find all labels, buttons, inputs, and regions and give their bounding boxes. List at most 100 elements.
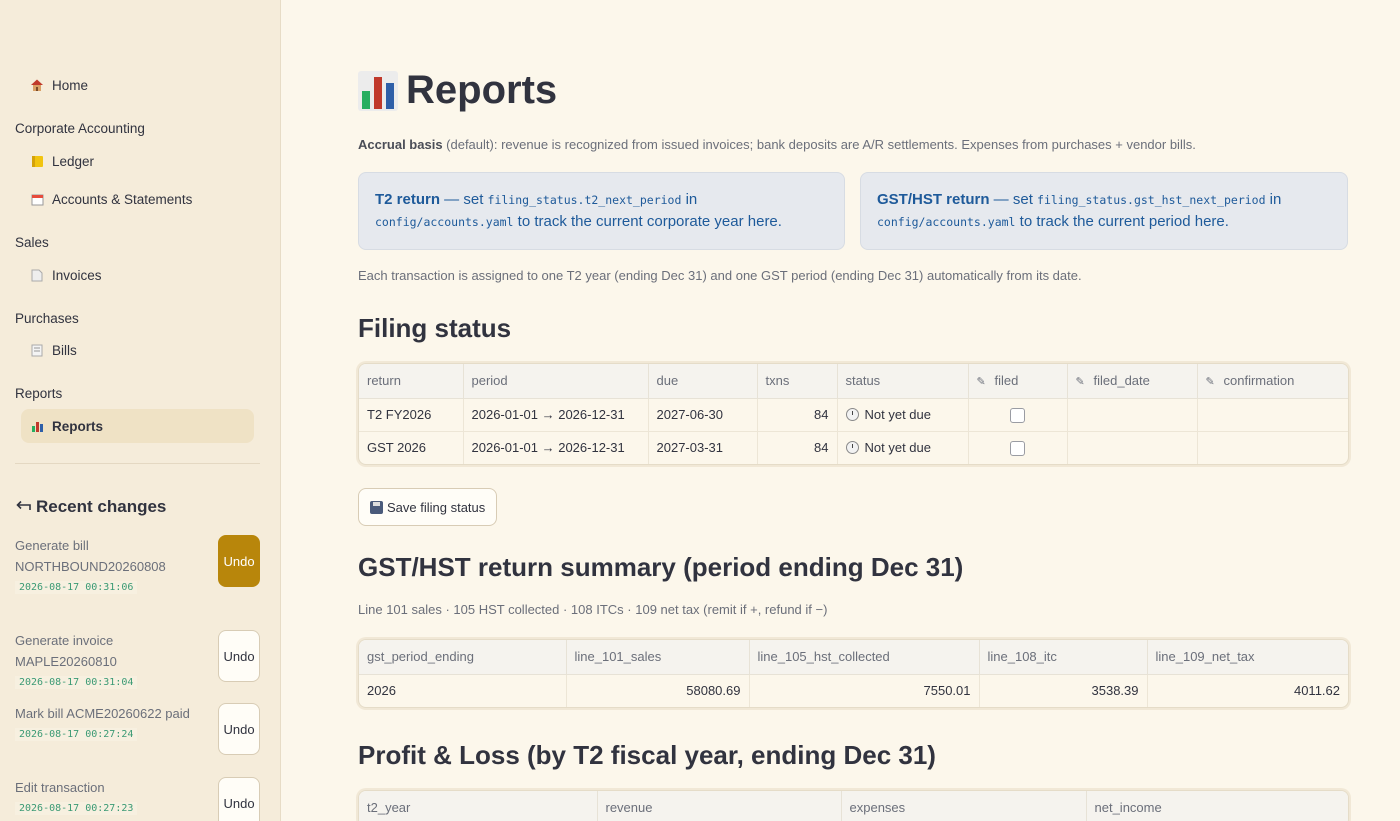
cell-line-108[interactable]: 3538.39 <box>979 674 1148 707</box>
nav-bills[interactable]: Bills <box>21 333 254 367</box>
filed-checkbox[interactable] <box>1010 407 1025 423</box>
nav-reports[interactable]: Reports <box>21 409 254 443</box>
house-icon <box>30 78 44 92</box>
cell-status[interactable]: Not yet due <box>837 398 969 432</box>
floppy-disk-icon <box>370 500 383 514</box>
section-reports: Reports <box>15 386 63 401</box>
accrual-basis-caption: Accrual basis (default): revenue is reco… <box>358 137 1196 152</box>
nav-home-label: Home <box>52 77 89 93</box>
recent-change-item: Generate bill NORTHBOUND20260808 2026-08… <box>15 535 210 595</box>
gst-summary-heading: GST/HST return summary (period ending De… <box>358 552 964 582</box>
t2-info-pre: — set <box>440 191 488 208</box>
col-header-confirmation[interactable]: ✎ confirmation <box>1197 364 1348 399</box>
assignment-note: Each transaction is assigned to one T2 y… <box>358 268 1082 283</box>
table-row: T2 FY2026 2026-01-01 → 2026-12-31 2027-0… <box>359 398 1348 432</box>
cell-txns[interactable]: 84 <box>757 431 838 464</box>
t2-info-code-file: config/accounts.yaml <box>375 215 514 229</box>
col-header-filed[interactable]: ✎ filed <box>968 364 1068 399</box>
recent-change-item: Mark bill ACME20260622 paid 2026-08-17 0… <box>15 703 210 742</box>
main-content: Reports Accrual basis (default): revenue… <box>282 0 1400 821</box>
section-sales: Sales <box>15 235 49 250</box>
t2-info-post: to track the current corporate year here… <box>513 213 782 230</box>
col-header-period[interactable]: period <box>463 364 649 399</box>
recent-change-label: Mark bill ACME20260622 paid <box>15 706 190 721</box>
t2-info-box: T2 return — set filing_status.t2_next_pe… <box>358 172 845 250</box>
cell-line-105[interactable]: 7550.01 <box>749 674 980 707</box>
cell-status-text: Not yet due <box>864 440 932 456</box>
cell-gst-period[interactable]: 2026 <box>359 674 567 707</box>
cell-period[interactable]: 2026-01-01 → 2026-12-31 <box>463 431 649 464</box>
cell-status[interactable]: Not yet due <box>837 431 969 464</box>
accrual-basis-text: (default): revenue is recognized from is… <box>442 137 1196 152</box>
bar-chart-icon <box>30 419 44 433</box>
col-header-line-101[interactable]: line_101_sales <box>566 640 750 675</box>
undo-button[interactable]: Undo <box>218 777 260 821</box>
gst-info-pre: — set <box>989 191 1038 208</box>
col-header-confirmation-label: confirmation <box>1223 373 1295 389</box>
col-header-gst-period-ending[interactable]: gst_period_ending <box>359 640 567 675</box>
col-header-txns[interactable]: txns <box>757 364 838 399</box>
receipt-icon <box>30 343 44 357</box>
undo-button[interactable]: Undo <box>218 630 260 682</box>
profit-loss-table: t2_year revenue expenses net_income <box>358 790 1349 821</box>
cell-return[interactable]: GST 2026 <box>359 431 464 464</box>
t2-info-mid: in <box>681 191 698 208</box>
recent-change-time: 2026-08-17 00:27:23 <box>15 802 138 815</box>
save-filing-status-button[interactable]: Save filing status <box>358 488 498 526</box>
col-header-revenue[interactable]: revenue <box>597 791 842 821</box>
undo-button[interactable]: Undo <box>218 703 260 755</box>
col-header-line-109[interactable]: line_109_net_tax <box>1147 640 1348 675</box>
cell-period[interactable]: 2026-01-01 → 2026-12-31 <box>463 398 649 432</box>
recent-change-label: Edit transaction <box>15 780 105 795</box>
cell-confirmation[interactable] <box>1197 398 1348 432</box>
nav-invoices-label: Invoices <box>52 267 102 283</box>
col-header-line-105[interactable]: line_105_hst_collected <box>749 640 980 675</box>
cell-filed[interactable] <box>968 431 1068 464</box>
undo-arrow-icon <box>15 497 32 517</box>
cell-filed-date[interactable] <box>1067 431 1198 464</box>
gst-info-strong: GST/HST return <box>877 191 990 208</box>
cell-due[interactable]: 2027-06-30 <box>648 398 758 432</box>
col-header-return[interactable]: return <box>359 364 464 399</box>
col-header-status[interactable]: status <box>837 364 969 399</box>
col-header-filed-date[interactable]: ✎ filed_date <box>1067 364 1198 399</box>
col-header-expenses[interactable]: expenses <box>841 791 1087 821</box>
gst-summary-caption: Line 101 sales · 105 HST collected · 108… <box>358 602 828 617</box>
recent-change-label: Generate bill NORTHBOUND20260808 <box>15 538 166 574</box>
nav-accounts-statements[interactable]: Accounts & Statements <box>21 182 254 216</box>
nav-reports-label: Reports <box>52 418 104 434</box>
cell-confirmation[interactable] <box>1197 431 1348 464</box>
col-header-t2-year[interactable]: t2_year <box>359 791 598 821</box>
col-header-due[interactable]: due <box>648 364 758 399</box>
nav-ledger[interactable]: Ledger <box>21 144 254 178</box>
filed-checkbox[interactable] <box>1010 440 1025 456</box>
table-row: GST 2026 2026-01-01 → 2026-12-31 2027-03… <box>359 431 1348 464</box>
gst-info-code-key: filing_status.gst_hst_next_period <box>1037 193 1266 207</box>
nav-home[interactable]: Home <box>21 68 254 102</box>
cell-txns[interactable]: 84 <box>757 398 838 432</box>
cell-line-109[interactable]: 4011.62 <box>1147 674 1348 707</box>
col-header-net-income[interactable]: net_income <box>1086 791 1348 821</box>
cell-filed[interactable] <box>968 398 1068 432</box>
edit-column-icon: ✎ <box>1075 376 1085 389</box>
section-purchases: Purchases <box>15 311 79 326</box>
cell-line-101[interactable]: 58080.69 <box>566 674 750 707</box>
cell-filed-date[interactable] <box>1067 398 1198 432</box>
page-icon <box>30 268 44 282</box>
clock-icon <box>845 441 859 455</box>
filing-status-table: return period due txns status ✎ filed ✎ fi… <box>358 363 1349 465</box>
bar-chart-icon <box>358 69 398 113</box>
section-corporate-accounting: Corporate Accounting <box>15 121 145 136</box>
save-filing-status-label: Save filing status <box>387 499 486 515</box>
gst-info-post: to track the current period here. <box>1015 213 1229 230</box>
edit-column-icon: ✎ <box>976 376 986 389</box>
col-header-line-108[interactable]: line_108_itc <box>979 640 1148 675</box>
nav-invoices[interactable]: Invoices <box>21 258 254 292</box>
sidebar-divider <box>15 463 260 464</box>
table-row: 2026 58080.69 7550.01 3538.39 4011.62 <box>359 674 1348 707</box>
undo-button[interactable]: Undo <box>218 535 260 587</box>
cell-return[interactable]: T2 FY2026 <box>359 398 464 432</box>
recent-changes-title: Recent changes <box>36 497 167 516</box>
cell-due[interactable]: 2027-03-31 <box>648 431 758 464</box>
nav-ledger-label: Ledger <box>52 153 95 169</box>
